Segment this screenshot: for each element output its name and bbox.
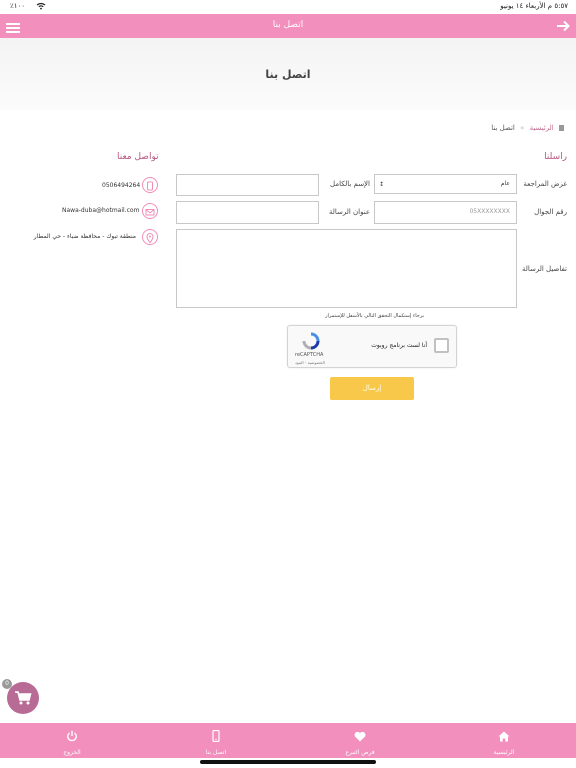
purpose-label: غرض المراجعة [523,180,567,188]
contact-phone-icon [142,177,158,193]
name-input[interactable] [176,174,319,196]
bottom-tab-bar: الرئيسية فرص التبرع اتصل بنا الخروج [0,723,576,758]
recaptcha-logo-icon [302,332,320,354]
contact-address: منطقة تبوك - محافظة ضباء - حي المطار [33,233,136,240]
battery-indicator: ٪١٠٠ [10,2,26,10]
contact-section-title: تواصل معنا [117,152,159,162]
tab-donations-label: فرص التبرع [345,749,375,756]
breadcrumb-home-link[interactable]: الرئيسية [530,124,554,132]
navbar-title: اتصل بنا [272,20,304,30]
tab-contact[interactable]: اتصل بنا [181,727,251,756]
cart-button[interactable] [7,682,39,714]
mobile-icon [212,727,220,746]
recaptcha-label: أنا لست برنامج روبوت [371,342,427,349]
select-arrows-icon: ↕ [379,181,385,188]
subject-label: عنوان الرسالة [328,208,370,216]
tab-donations[interactable]: فرص التبرع [325,727,395,756]
form-section-title: راسلنا [544,152,567,162]
name-label: الإسم بالكامل [330,180,370,188]
home-icon [498,727,510,746]
captcha-hint: برجاء إستكمال التحقق التالي بالأسفل للإس… [325,313,424,319]
purpose-select[interactable]: عام ↕ [374,174,517,194]
contact-email-icon [142,203,158,219]
tab-home-label: الرئيسية [493,749,515,756]
breadcrumb-current: اتصل بنا [491,124,515,132]
subject-input[interactable] [176,201,319,224]
page-title: اتصل بنا [265,68,311,81]
page-hero: اتصل بنا [0,38,576,110]
wifi-icon [36,2,46,12]
submit-button[interactable]: إرسال [330,377,414,400]
phone-input[interactable]: 05XXXXXXXX [374,201,517,224]
tab-home[interactable]: الرئيسية [469,727,539,756]
recaptcha-widget: أنا لست برنامج روبوت reCAPTCHA الخصوصية … [287,325,457,368]
breadcrumb-icon [559,125,564,131]
home-indicator [200,760,376,764]
details-textarea[interactable] [176,229,517,308]
back-arrow-icon[interactable] [556,18,570,37]
phone-label: رقم الجوال [534,208,567,216]
top-navbar: اتصل بنا [0,14,576,38]
status-time: ٥:٥٧ م الأربعاء ١٤ يونيو [500,2,568,10]
power-icon [66,727,78,746]
tab-logout[interactable]: الخروج [37,727,107,756]
contact-email[interactable]: Nawa-duba@hotmail.com [62,207,139,214]
recaptcha-checkbox[interactable] [434,338,449,353]
status-bar: ٪١٠٠ ٥:٥٧ م الأربعاء ١٤ يونيو [0,0,576,14]
cart-count-badge: 0 [2,679,12,689]
heart-icon [354,727,366,746]
recaptcha-terms[interactable]: الخصوصية - البنود [295,360,325,365]
contact-location-icon [142,229,158,245]
recaptcha-brand: reCAPTCHA [295,352,324,358]
cart-icon [14,690,32,710]
tab-logout-label: الخروج [63,749,81,756]
breadcrumb-separator: » [520,124,525,132]
tab-contact-label: اتصل بنا [205,749,227,756]
phone-placeholder: 05XXXXXXXX [469,208,510,215]
contact-phone[interactable]: 0506494264 [102,182,140,189]
purpose-select-value: عام [500,180,510,187]
details-label: تفاصيل الرسالة [521,265,567,273]
breadcrumb: الرئيسية » اتصل بنا [491,124,564,132]
